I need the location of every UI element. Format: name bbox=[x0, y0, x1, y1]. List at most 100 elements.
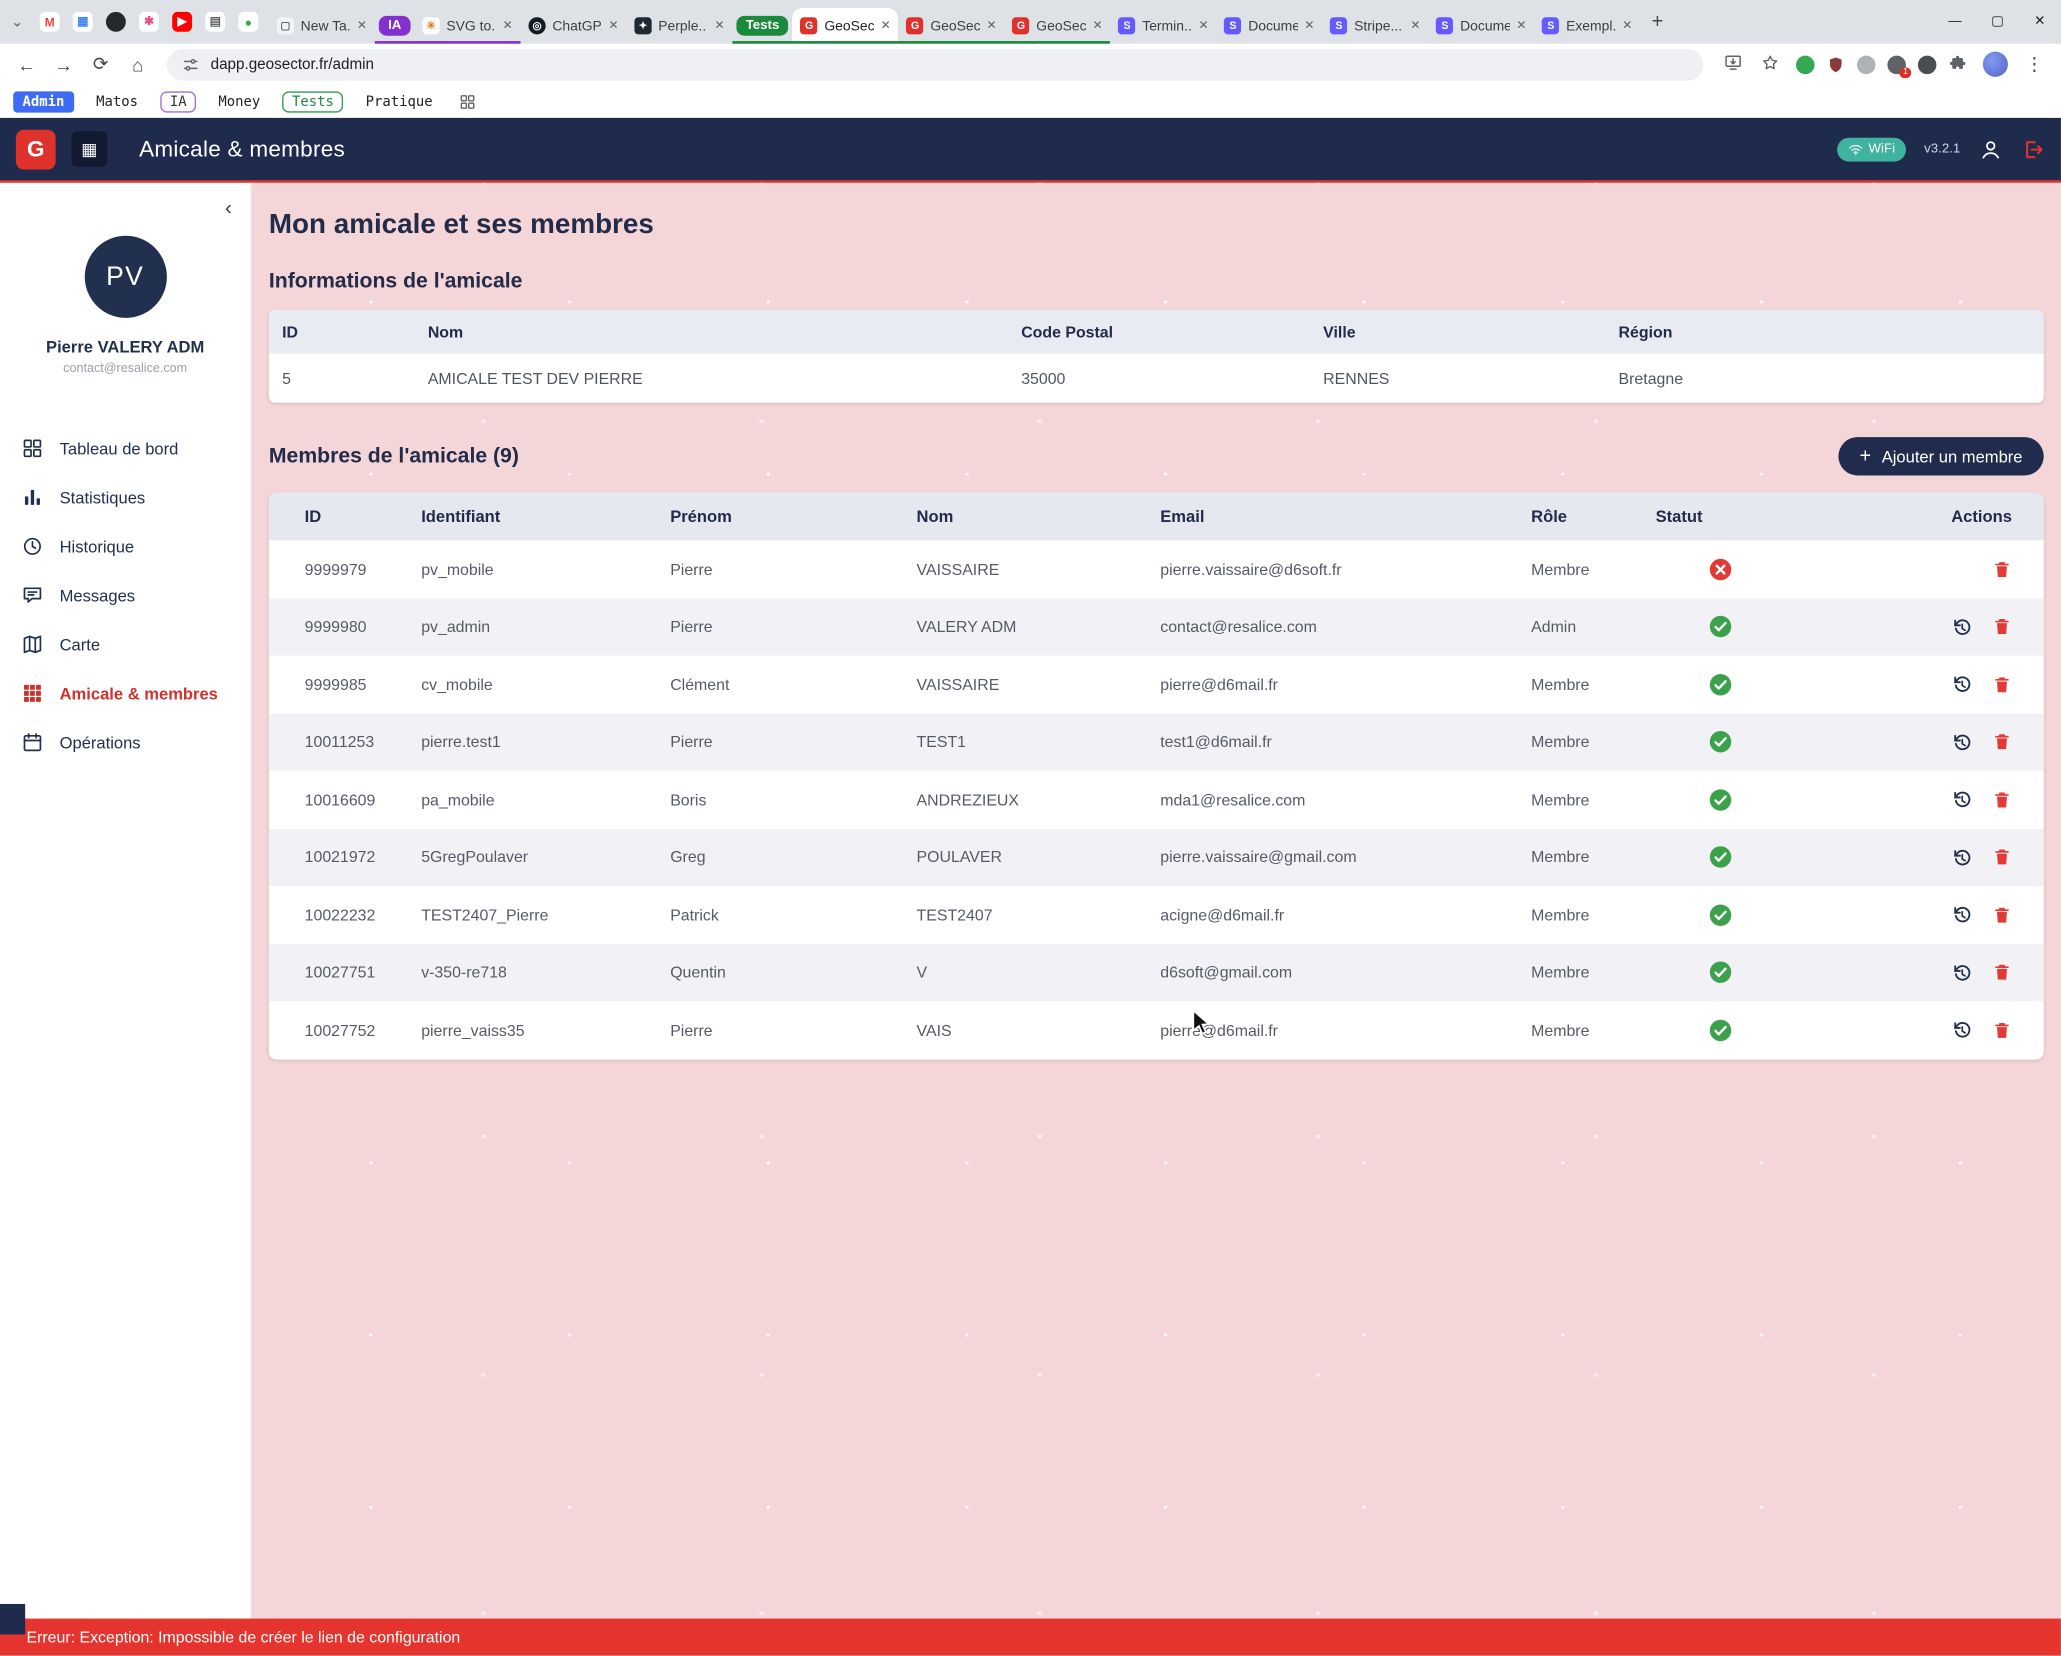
restore-icon[interactable] bbox=[1951, 961, 1974, 984]
sidebar-item-historique[interactable]: Historique bbox=[0, 522, 250, 571]
tab-close-icon[interactable]: ✕ bbox=[1516, 19, 1526, 34]
extension-gray-icon[interactable] bbox=[1857, 55, 1876, 74]
tab-close-icon[interactable]: ✕ bbox=[881, 19, 891, 34]
sidebar-item-carte[interactable]: Carte bbox=[0, 620, 250, 669]
sidebar-item-tableau-de-bord[interactable]: Tableau de bord bbox=[0, 424, 250, 473]
browser-tab[interactable]: GGeoSec...✕ bbox=[1004, 8, 1110, 44]
restore-icon[interactable] bbox=[1951, 788, 1974, 811]
minimize-icon[interactable]: — bbox=[1934, 15, 1976, 30]
browser-tab[interactable]: STermin...✕ bbox=[1110, 8, 1216, 44]
tab-close-icon[interactable]: ✕ bbox=[1622, 19, 1632, 34]
delete-icon[interactable] bbox=[1992, 904, 2012, 927]
gmail-icon[interactable]: M bbox=[40, 12, 60, 32]
tab-group-label[interactable]: IA bbox=[379, 16, 411, 36]
flower-icon[interactable]: ✱ bbox=[139, 12, 159, 32]
extension-dark-icon[interactable] bbox=[1918, 55, 1937, 74]
tab-close-icon[interactable]: ✕ bbox=[1304, 19, 1314, 34]
add-member-button[interactable]: + Ajouter un membre bbox=[1838, 437, 2043, 475]
tab-close-icon[interactable]: ✕ bbox=[987, 19, 997, 34]
site-info-icon[interactable] bbox=[181, 55, 200, 74]
tab-close-icon[interactable]: ✕ bbox=[609, 19, 619, 34]
tab-group-ia[interactable]: IA bbox=[375, 8, 415, 44]
browser-tab[interactable]: GGeoSec...✕ bbox=[899, 8, 1005, 44]
status-active-icon bbox=[1656, 961, 1804, 985]
delete-icon[interactable] bbox=[1992, 731, 2012, 754]
tab-group-label[interactable]: Tests bbox=[736, 16, 788, 36]
browser-tab[interactable]: ✦Perple...✕ bbox=[626, 8, 732, 44]
browser-tab[interactable]: SStripe...✕ bbox=[1322, 8, 1428, 44]
bookmark-tests[interactable]: Tests bbox=[283, 91, 343, 112]
maximize-icon[interactable]: ▢ bbox=[1976, 15, 2018, 30]
sidebar-item-operations[interactable]: Opérations bbox=[0, 718, 250, 767]
url-text[interactable]: dapp.geosector.fr/admin bbox=[211, 56, 374, 72]
restore-icon[interactable] bbox=[1951, 616, 1974, 639]
delete-icon[interactable] bbox=[1992, 961, 2012, 984]
menu-icon[interactable]: ⋮ bbox=[2019, 53, 2051, 76]
tab-close-icon[interactable]: ✕ bbox=[1410, 19, 1420, 34]
browser-tab[interactable]: SDocume...✕ bbox=[1216, 8, 1322, 44]
address-bar[interactable]: dapp.geosector.fr/admin bbox=[167, 48, 1703, 80]
bookmark-pratique[interactable]: Pratique bbox=[366, 93, 433, 109]
github-icon[interactable] bbox=[106, 12, 126, 32]
restore-icon[interactable] bbox=[1951, 1019, 1974, 1042]
restore-icon[interactable] bbox=[1951, 846, 1974, 869]
tab-group-tests[interactable]: Tests bbox=[732, 8, 792, 44]
delete-icon[interactable] bbox=[1992, 559, 2012, 580]
install-icon[interactable] bbox=[1717, 52, 1749, 76]
sidebar-item-amicale-membres[interactable]: Amicale & membres bbox=[0, 669, 250, 718]
geosector-logo[interactable]: G bbox=[16, 129, 56, 169]
bookmark-star-icon[interactable] bbox=[1754, 52, 1786, 76]
grid-app-icon[interactable]: ▦ bbox=[73, 12, 93, 32]
restore-icon[interactable] bbox=[1951, 673, 1974, 696]
browser-tab[interactable]: ▢New Ta...✕ bbox=[269, 8, 375, 44]
tab-search-icon[interactable]: ⌄ bbox=[5, 13, 29, 30]
home-icon[interactable]: ⌂ bbox=[122, 54, 154, 75]
restore-icon[interactable] bbox=[1951, 904, 1974, 927]
reload-icon[interactable]: ⟳ bbox=[85, 53, 117, 76]
user-icon[interactable] bbox=[1979, 137, 2003, 161]
browser-tab[interactable]: GGeoSec...✕ bbox=[793, 8, 899, 44]
puzzle-icon[interactable] bbox=[1948, 55, 1967, 74]
restore-icon[interactable] bbox=[1951, 731, 1974, 754]
tab-group-underline bbox=[1004, 40, 1110, 43]
sidebar-collapse-icon[interactable]: ‹ bbox=[225, 199, 232, 219]
notification-icon[interactable]: 1 bbox=[1887, 55, 1906, 74]
cell-id: 10022232 bbox=[305, 906, 422, 925]
close-icon[interactable]: ✕ bbox=[2019, 15, 2061, 30]
tab-close-icon[interactable]: ✕ bbox=[1093, 19, 1103, 34]
profile-avatar[interactable] bbox=[1983, 52, 2008, 77]
youtube-icon[interactable]: ▶ bbox=[172, 12, 192, 32]
forward-icon[interactable]: → bbox=[48, 54, 80, 75]
browser-tab[interactable]: ✳SVG to...✕ bbox=[415, 8, 521, 44]
delete-icon[interactable] bbox=[1992, 1019, 2012, 1042]
logout-icon[interactable] bbox=[2021, 137, 2045, 161]
back-icon[interactable]: ← bbox=[11, 54, 43, 75]
apps-grid-icon[interactable] bbox=[458, 92, 477, 111]
tab-title: ChatGP... bbox=[552, 18, 602, 34]
bookmark-ia[interactable]: IA bbox=[161, 91, 196, 112]
tab-close-icon[interactable]: ✕ bbox=[1198, 19, 1208, 34]
extension-green-icon[interactable] bbox=[1796, 55, 1815, 74]
column-header: ID bbox=[305, 507, 422, 526]
delete-icon[interactable] bbox=[1992, 673, 2012, 696]
shield-icon[interactable] bbox=[1826, 55, 1845, 74]
bookmark-matos[interactable]: Matos bbox=[96, 93, 138, 109]
tab-close-icon[interactable]: ✕ bbox=[503, 19, 513, 34]
browser-tab[interactable]: SDocume...✕ bbox=[1428, 8, 1534, 44]
browser-tab[interactable]: SExempl...✕ bbox=[1534, 8, 1640, 44]
tab-close-icon[interactable]: ✕ bbox=[357, 19, 367, 34]
sidebar-item-messages[interactable]: Messages bbox=[0, 571, 250, 620]
delete-icon[interactable] bbox=[1992, 788, 2012, 811]
sidebar-item-statistiques[interactable]: Statistiques bbox=[0, 473, 250, 522]
new-tab-button[interactable]: + bbox=[1640, 11, 1674, 34]
bookmark-admin[interactable]: Admin bbox=[13, 91, 73, 112]
status-dot-icon[interactable]: ● bbox=[238, 12, 258, 32]
delete-icon[interactable] bbox=[1992, 616, 2012, 639]
bookmark-money[interactable]: Money bbox=[218, 93, 260, 109]
cell-prenom: Boris bbox=[670, 790, 916, 809]
status-active-icon bbox=[1656, 730, 1804, 754]
browser-tab[interactable]: ◎ChatGP...✕ bbox=[521, 8, 627, 44]
tab-close-icon[interactable]: ✕ bbox=[715, 19, 725, 34]
notes-icon[interactable]: ▤ bbox=[205, 12, 225, 32]
delete-icon[interactable] bbox=[1992, 846, 2012, 869]
